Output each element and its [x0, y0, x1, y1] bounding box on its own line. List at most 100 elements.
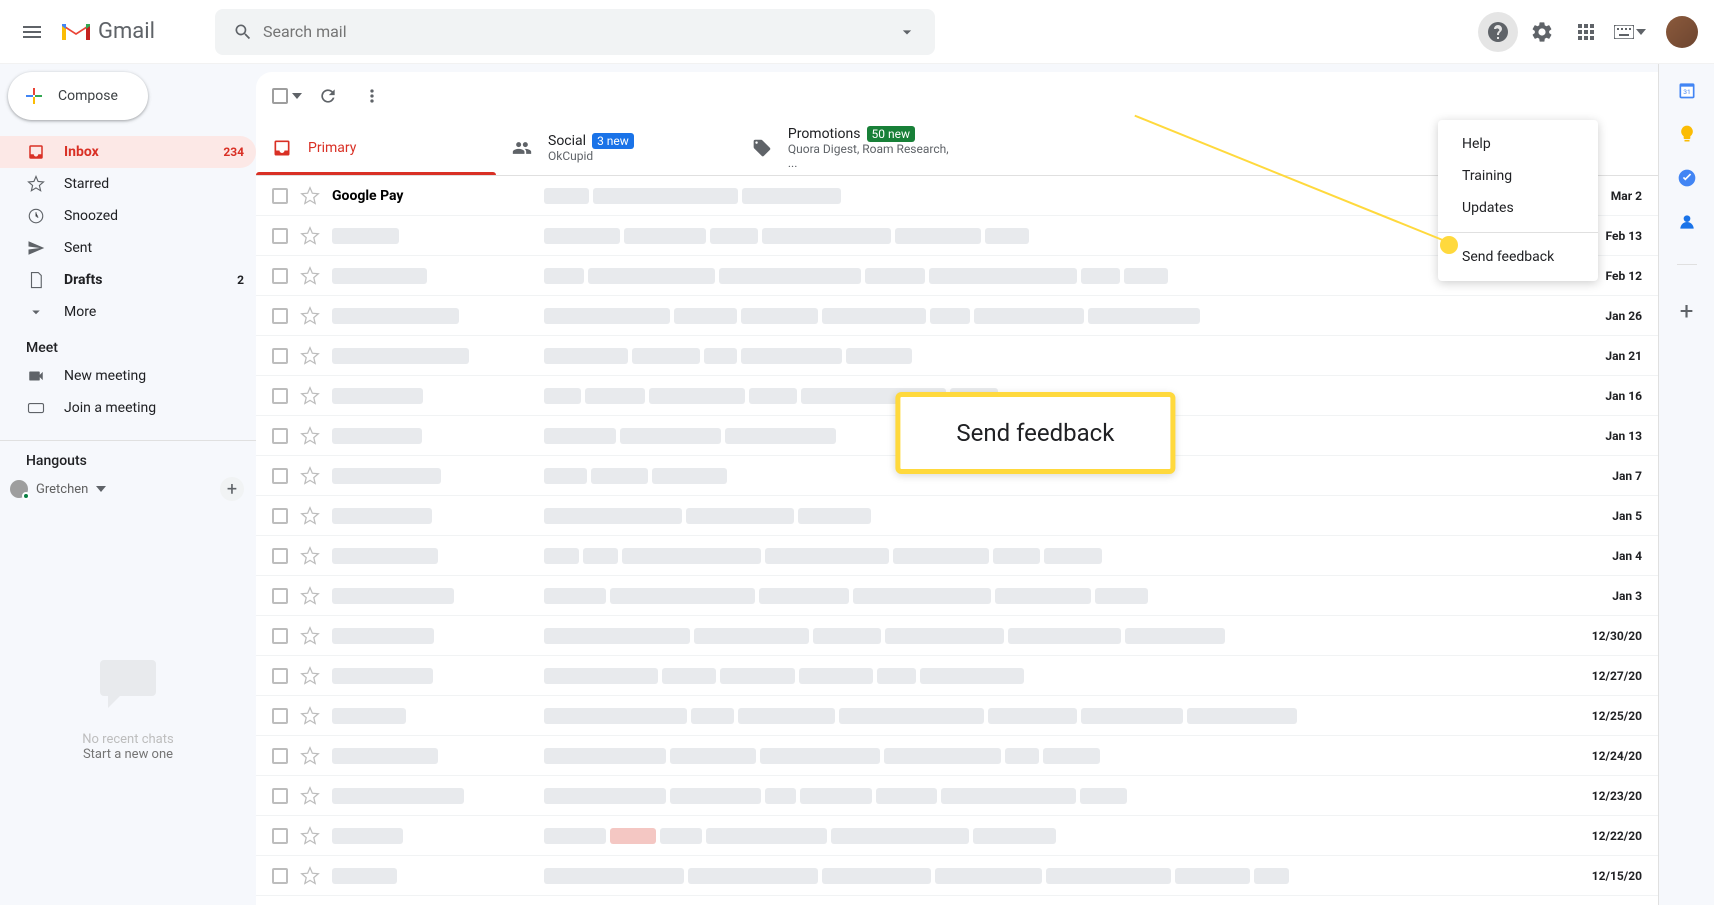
input-tools-button[interactable] — [1610, 21, 1650, 43]
gmail-logo[interactable]: Gmail — [60, 19, 155, 44]
hangouts-user-row[interactable]: Gretchen + — [0, 469, 256, 509]
star-button[interactable] — [300, 506, 320, 526]
star-button[interactable] — [300, 546, 320, 566]
star-button[interactable] — [300, 226, 320, 246]
chevron-down-icon — [26, 303, 46, 321]
compose-button[interactable]: Compose — [8, 72, 148, 120]
email-row[interactable]: 12/27/20 — [256, 656, 1658, 696]
sidebar-item-starred[interactable]: Starred — [0, 168, 256, 200]
tab-promotions[interactable]: Promotions 50 new Quora Digest, Roam Res… — [736, 120, 976, 175]
email-row[interactable]: 12/25/20 — [256, 696, 1658, 736]
star-button[interactable] — [300, 386, 320, 406]
star-button[interactable] — [300, 306, 320, 326]
add-chat-button[interactable]: + — [220, 477, 244, 501]
tab-label: Social — [548, 133, 586, 149]
star-button[interactable] — [300, 346, 320, 366]
row-checkbox[interactable] — [272, 468, 288, 484]
tasks-icon[interactable] — [1677, 168, 1697, 188]
add-addon-button[interactable]: + — [1680, 297, 1694, 325]
row-checkbox[interactable] — [272, 388, 288, 404]
sidebar-item-drafts[interactable]: Drafts 2 — [0, 264, 256, 296]
join-meeting-button[interactable]: Join a meeting — [0, 392, 256, 424]
settings-button[interactable] — [1522, 12, 1562, 52]
apps-button[interactable] — [1566, 12, 1606, 52]
row-checkbox[interactable] — [272, 868, 288, 884]
email-subject — [544, 668, 1580, 684]
calendar-icon[interactable]: 31 — [1677, 80, 1697, 100]
email-row[interactable]: Jan 4 — [256, 536, 1658, 576]
star-button[interactable] — [300, 586, 320, 606]
email-row[interactable]: Jan 5 — [256, 496, 1658, 536]
star-button[interactable] — [300, 786, 320, 806]
start-chat-link[interactable]: Start a new one — [83, 747, 173, 762]
menu-item-updates[interactable]: Updates — [1438, 192, 1598, 224]
menu-item-send-feedback[interactable]: Send feedback — [1438, 241, 1598, 273]
email-row[interactable]: Jan 26 — [256, 296, 1658, 336]
star-button[interactable] — [300, 626, 320, 646]
email-row[interactable]: 12/24/20 — [256, 736, 1658, 776]
row-checkbox[interactable] — [272, 588, 288, 604]
row-checkbox[interactable] — [272, 708, 288, 724]
email-row[interactable]: 12/30/20 — [256, 616, 1658, 656]
contacts-icon[interactable] — [1677, 212, 1697, 232]
star-button[interactable] — [300, 746, 320, 766]
star-button[interactable] — [300, 186, 320, 206]
row-checkbox[interactable] — [272, 348, 288, 364]
new-meeting-button[interactable]: New meeting — [0, 360, 256, 392]
row-checkbox[interactable] — [272, 268, 288, 284]
email-row[interactable]: Jan 21 — [256, 336, 1658, 376]
sidebar-item-sent[interactable]: Sent — [0, 232, 256, 264]
keyboard-icon — [26, 399, 46, 417]
main-menu-button[interactable] — [8, 8, 56, 56]
row-checkbox[interactable] — [272, 548, 288, 564]
tab-social[interactable]: Social 3 new OkCupid — [496, 120, 736, 175]
user-avatar — [10, 480, 28, 498]
menu-item-training[interactable]: Training — [1438, 160, 1598, 192]
refresh-button[interactable] — [310, 78, 346, 114]
row-checkbox[interactable] — [272, 508, 288, 524]
email-list[interactable]: Google PayMar 2Feb 13Feb 12Jan 26Jan 21J… — [256, 176, 1658, 905]
sidebar-item-snoozed[interactable]: Snoozed — [0, 200, 256, 232]
email-row[interactable]: Jan 3 — [256, 576, 1658, 616]
keep-icon[interactable] — [1677, 124, 1697, 144]
drafts-count: 2 — [237, 273, 244, 287]
star-button[interactable] — [300, 266, 320, 286]
email-sender — [332, 548, 532, 564]
row-checkbox[interactable] — [272, 188, 288, 204]
star-button[interactable] — [300, 706, 320, 726]
email-row[interactable]: 12/15/20 — [256, 856, 1658, 896]
account-avatar[interactable] — [1666, 16, 1698, 48]
star-button[interactable] — [300, 826, 320, 846]
star-button[interactable] — [300, 866, 320, 886]
support-button[interactable] — [1478, 12, 1518, 52]
select-all-checkbox[interactable] — [272, 88, 302, 104]
row-checkbox[interactable] — [272, 828, 288, 844]
email-subject — [544, 708, 1580, 724]
row-checkbox[interactable] — [272, 668, 288, 684]
search-box[interactable] — [215, 9, 935, 55]
search-options-button[interactable] — [887, 12, 927, 52]
row-checkbox[interactable] — [272, 748, 288, 764]
row-checkbox[interactable] — [272, 628, 288, 644]
search-input[interactable] — [263, 22, 887, 41]
email-date: 12/25/20 — [1592, 709, 1642, 723]
email-sender — [332, 828, 532, 844]
callout-dot — [1440, 236, 1458, 254]
star-button[interactable] — [300, 426, 320, 446]
row-checkbox[interactable] — [272, 308, 288, 324]
more-button[interactable] — [354, 78, 390, 114]
menu-item-help[interactable]: Help — [1438, 128, 1598, 160]
tab-primary[interactable]: Primary — [256, 120, 496, 175]
star-button[interactable] — [300, 666, 320, 686]
row-checkbox[interactable] — [272, 228, 288, 244]
search-button[interactable] — [223, 12, 263, 52]
row-checkbox[interactable] — [272, 428, 288, 444]
row-checkbox[interactable] — [272, 788, 288, 804]
star-button[interactable] — [300, 466, 320, 486]
email-subject — [544, 588, 1600, 604]
email-row[interactable]: 12/22/20 — [256, 816, 1658, 856]
email-row[interactable]: 12/23/20 — [256, 776, 1658, 816]
email-sender: Google Pay — [332, 188, 532, 204]
sidebar-item-inbox[interactable]: Inbox 234 — [0, 136, 256, 168]
sidebar-item-more[interactable]: More — [0, 296, 256, 328]
